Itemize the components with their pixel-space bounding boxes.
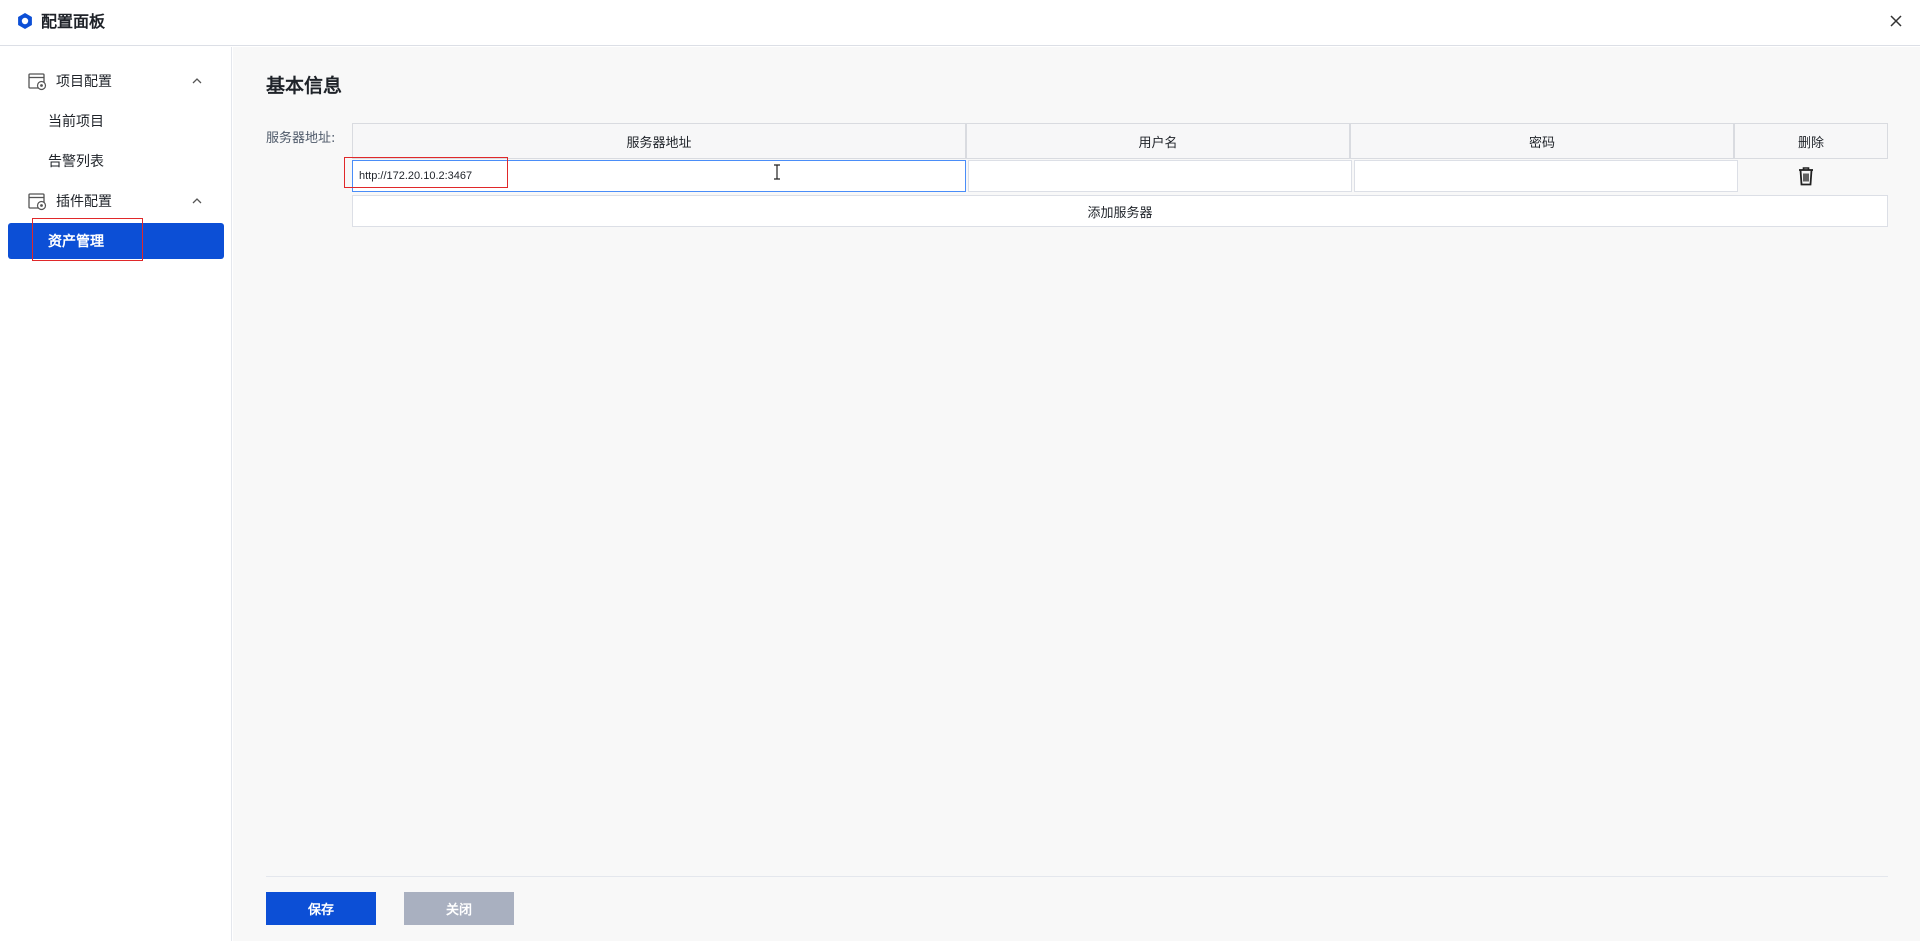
settings-window-icon: [28, 73, 47, 91]
main-panel: 基本信息 服务器地址: 服务器地址 用户名 密码 删除 添加服务器 保存 关闭: [233, 47, 1920, 941]
title-bar: 配置面板: [0, 0, 1920, 46]
sidebar-item-current-project[interactable]: 当前项目: [0, 103, 232, 139]
divider: [266, 876, 1888, 877]
window-title: 配置面板: [41, 12, 106, 31]
column-header-delete: 删除: [1735, 124, 1887, 158]
password-input[interactable]: [1354, 160, 1738, 192]
sidebar-group-label: 项目配置: [56, 74, 112, 90]
add-server-button[interactable]: 添加服务器: [352, 195, 1888, 227]
sidebar-item-label: 资产管理: [48, 234, 104, 250]
column-header-address: 服务器地址: [353, 124, 967, 158]
text-cursor-icon: [774, 164, 780, 180]
close-icon[interactable]: [1886, 11, 1906, 31]
column-header-password: 密码: [1351, 124, 1735, 158]
sidebar-item-label: 当前项目: [48, 114, 104, 130]
chevron-up-icon: [192, 78, 202, 84]
table-header: 服务器地址 用户名 密码 删除: [352, 123, 1888, 159]
section-title: 基本信息: [266, 75, 343, 97]
sidebar-group-label: 插件配置: [56, 194, 112, 210]
settings-window-icon: [28, 193, 47, 211]
column-header-username: 用户名: [967, 124, 1351, 158]
gear-app-icon: [18, 13, 32, 29]
sidebar-item-label: 告警列表: [48, 154, 104, 170]
server-address-label: 服务器地址:: [266, 131, 336, 146]
close-button[interactable]: 关闭: [404, 892, 514, 925]
sidebar-item-alert-list[interactable]: 告警列表: [0, 143, 232, 179]
sidebar-group-project-config[interactable]: 项目配置: [0, 63, 232, 99]
chevron-up-icon: [192, 198, 202, 204]
sidebar: 项目配置 当前项目 告警列表 插件配置 资产管理: [0, 47, 232, 941]
username-input[interactable]: [968, 160, 1352, 192]
trash-icon[interactable]: [1795, 165, 1817, 187]
sidebar-group-plugin-config[interactable]: 插件配置: [0, 183, 232, 219]
save-button[interactable]: 保存: [266, 892, 376, 925]
server-address-input[interactable]: [352, 160, 966, 192]
sidebar-item-asset-management[interactable]: 资产管理: [8, 223, 224, 259]
